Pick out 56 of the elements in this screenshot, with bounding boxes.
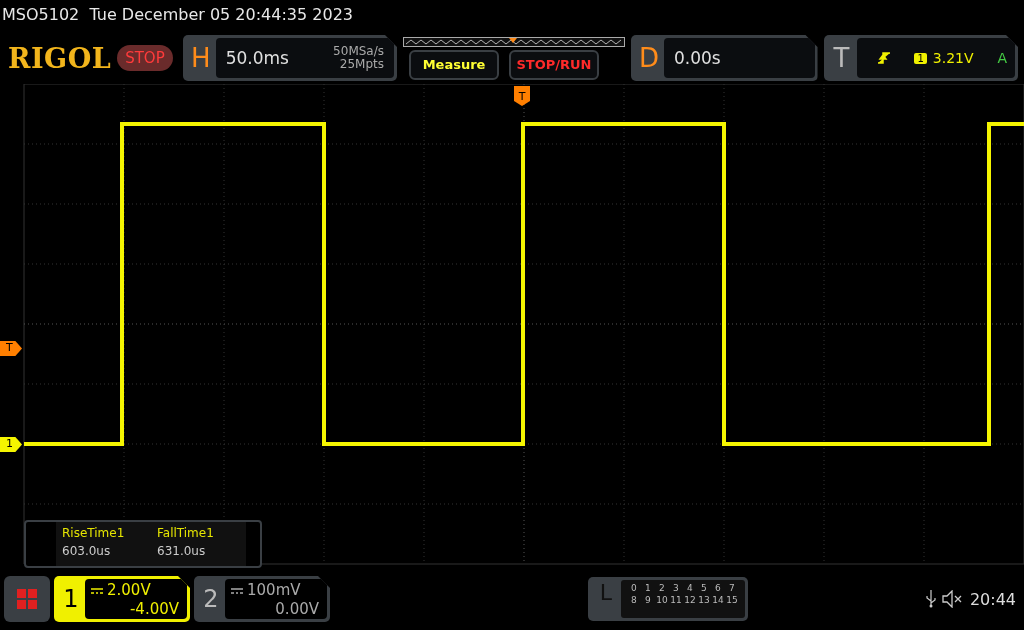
logic-channel-number: 5 (700, 583, 708, 593)
logic-channel-number: 3 (672, 583, 680, 593)
trigger-position-marker: T (514, 86, 530, 106)
delay-panel[interactable]: D 0.00s (631, 35, 818, 81)
memory-waveform-icon (403, 36, 625, 47)
logic-channel-number: 8 (630, 595, 638, 605)
channel-offset: -4.00V (129, 600, 179, 619)
logo: RIGOL (8, 42, 112, 74)
measurement-value: 603.0us (62, 544, 112, 558)
channel-scale: 100mV (247, 581, 301, 600)
run-state-badge: STOP (117, 45, 173, 71)
dc-coupling-icon (231, 587, 243, 594)
channel-marker: 1 (0, 437, 22, 452)
horizontal-label: H (189, 43, 212, 73)
grid-icon (16, 588, 38, 610)
logic-channel-number: 15 (725, 595, 739, 605)
trigger-panel[interactable]: T 1 3.21V A (823, 35, 1018, 81)
measurement-name: RiseTime1 (62, 526, 126, 540)
timebase-value: 50.0ms (225, 48, 289, 68)
channel-scale: 2.00V (107, 581, 151, 600)
trigger-level-marker: T (0, 341, 22, 356)
trigger-source-badge: 1 (914, 52, 927, 64)
stop-run-button[interactable]: STOP/RUN (509, 49, 599, 80)
logic-channel-number: 2 (658, 583, 666, 593)
channel-panel[interactable]: 2 100mV 0.00V (194, 576, 330, 622)
usb-icon (925, 590, 936, 608)
logic-channel-number: 13 (697, 595, 711, 605)
horizontal-panel[interactable]: H 50.0ms 50MSa/s 25Mpts (182, 35, 397, 81)
channel-number: 1 (62, 584, 80, 615)
logic-channel-number: 12 (683, 595, 697, 605)
logic-channel-number: 10 (655, 595, 669, 605)
channel-panel[interactable]: 1 2.00V -4.00V (54, 576, 190, 622)
logic-channel-number: 9 (644, 595, 652, 605)
trigger-level: 3.21V (932, 50, 974, 66)
logic-channel-number: 7 (728, 583, 736, 593)
dc-coupling-icon (91, 587, 103, 594)
home-button[interactable] (4, 576, 50, 622)
channel-number: 2 (202, 584, 220, 615)
channel-offset: 0.00V (275, 600, 319, 619)
logic-channel-number: 4 (686, 583, 694, 593)
measure-button[interactable]: Measure (409, 49, 499, 80)
delay-value: 0.00s (674, 48, 721, 68)
logic-channel-number: 14 (711, 595, 725, 605)
logic-channel-number: 11 (669, 595, 683, 605)
muted-speaker-icon[interactable] (941, 590, 964, 608)
trigger-label: T (832, 43, 851, 73)
measurement-value: 631.0us (157, 544, 207, 558)
logic-channel-number: 6 (714, 583, 722, 593)
logic-channel-number: 0 (630, 583, 638, 593)
measurement-name: FallTime1 (157, 526, 215, 540)
window-title: MSO5102 Tue December 05 20:44:35 2023 (1, 4, 355, 26)
logic-channel-number: 1 (644, 583, 652, 593)
sample-rate-text: 50MSa/s 25Mpts (333, 45, 384, 71)
trigger-mode: A (997, 50, 1007, 66)
delay-label: D (638, 43, 660, 73)
clock: 20:44 (969, 589, 1016, 609)
